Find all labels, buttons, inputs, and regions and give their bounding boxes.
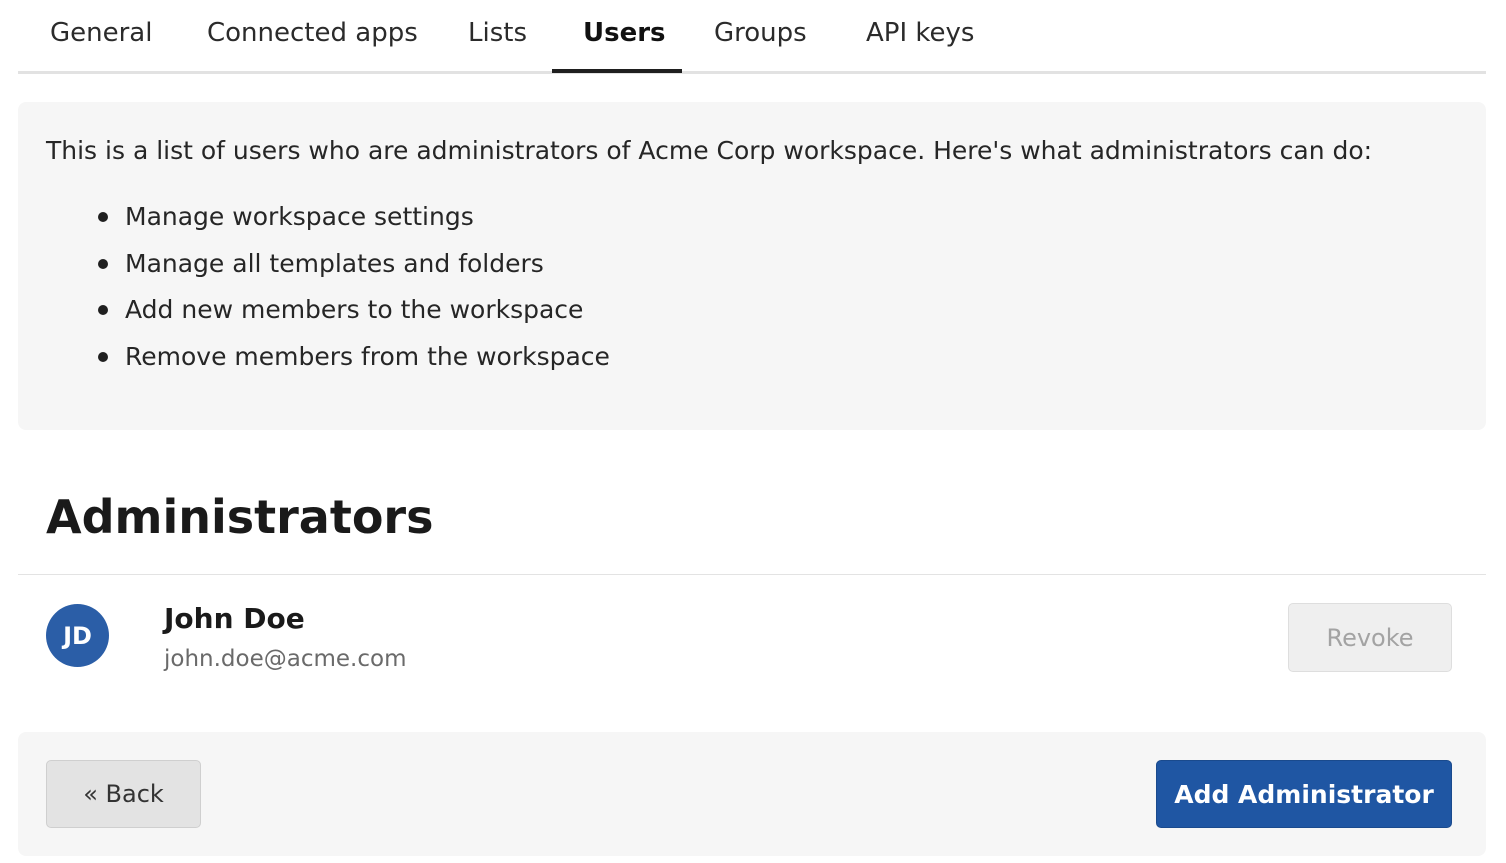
tab-connected-apps[interactable]: Connected apps (207, 18, 418, 48)
info-intro-text: This is a list of users who are administ… (46, 136, 1373, 165)
permission-item: Remove members from the workspace (98, 339, 610, 386)
active-tab-indicator (552, 69, 682, 73)
permission-item: Manage all templates and folders (98, 246, 610, 293)
tab-general[interactable]: General (50, 18, 152, 48)
bullet-icon (98, 212, 108, 222)
back-button[interactable]: « Back (46, 760, 201, 828)
tab-users[interactable]: Users (583, 18, 666, 48)
add-administrator-button[interactable]: Add Administrator (1156, 760, 1452, 828)
avatar: JD (46, 604, 109, 667)
permission-label: Remove members from the workspace (125, 341, 610, 371)
permissions-list: Manage workspace settings Manage all tem… (98, 199, 610, 385)
tab-lists[interactable]: Lists (468, 18, 527, 48)
permission-label: Manage all templates and folders (125, 248, 544, 278)
bullet-icon (98, 305, 108, 315)
revoke-button[interactable]: Revoke (1288, 603, 1452, 672)
page-title: Administrators (46, 490, 434, 544)
permission-item: Manage workspace settings (98, 199, 610, 246)
permission-label: Add new members to the workspace (125, 295, 584, 324)
settings-tabs: General Connected apps Lists Users Group… (18, 0, 1486, 74)
permission-label: Manage workspace settings (125, 202, 474, 231)
bullet-icon (98, 351, 108, 362)
admin-email: john.doe@acme.com (164, 646, 407, 672)
permission-item: Add new members to the workspace (98, 292, 610, 339)
footer-actions: « Back Add Administrator (18, 732, 1486, 856)
section-divider (18, 574, 1486, 575)
tab-api-keys[interactable]: API keys (866, 18, 974, 48)
admin-name: John Doe (164, 602, 305, 635)
bullet-icon (98, 258, 108, 269)
tab-groups[interactable]: Groups (714, 18, 807, 48)
admin-list-item: JD John Doe john.doe@acme.com Revoke (18, 576, 1486, 726)
admin-info-panel: This is a list of users who are administ… (18, 102, 1486, 430)
